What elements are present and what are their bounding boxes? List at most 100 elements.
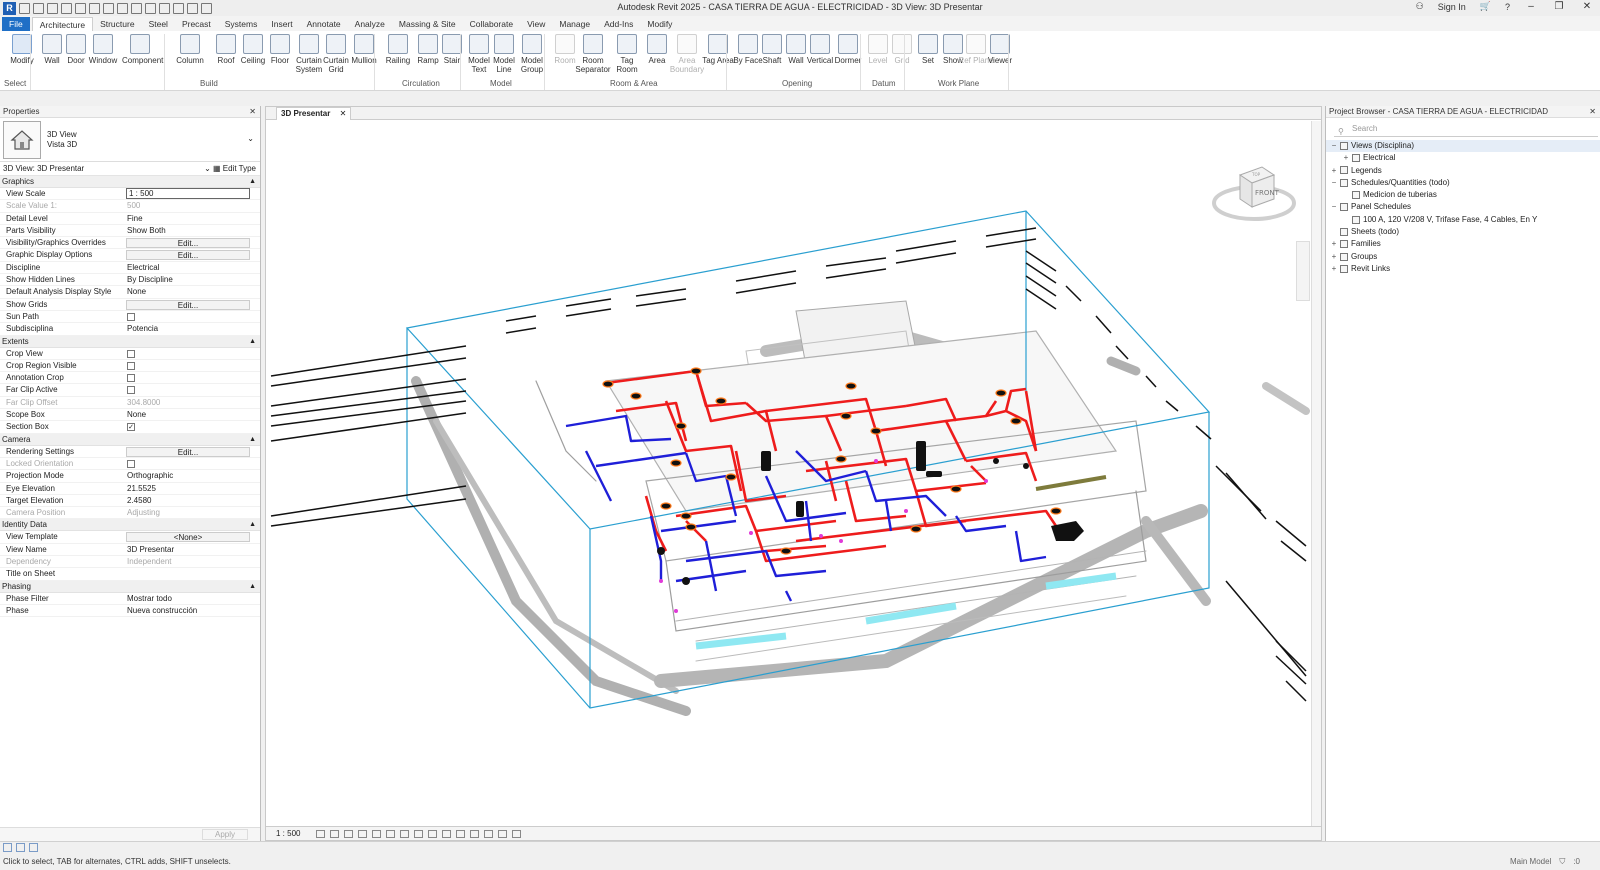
select-links-icon[interactable] <box>3 843 12 852</box>
close-button[interactable]: ✕ <box>1580 1 1594 12</box>
ribbon-mullion-button[interactable]: Mullion <box>346 33 382 65</box>
tab-file[interactable]: File <box>2 17 30 31</box>
property-value[interactable]: 21.5525 <box>124 483 260 494</box>
sync-icon[interactable] <box>47 2 58 14</box>
property-value[interactable]: Mostrar todo <box>124 593 260 604</box>
tab-collaborate[interactable]: Collaborate <box>463 17 520 31</box>
tab-steel[interactable]: Steel <box>142 17 175 31</box>
property-value[interactable]: Electrical <box>124 262 260 273</box>
property-value[interactable]: Edit... <box>124 446 260 457</box>
tab-architecture[interactable]: Architecture <box>31 17 94 31</box>
browser-item[interactable]: Sheets (todo) <box>1326 226 1600 238</box>
ribbon-window-button[interactable]: Window <box>85 33 121 65</box>
property-value[interactable] <box>124 348 260 359</box>
tab-precast[interactable]: Precast <box>175 17 218 31</box>
text-icon[interactable] <box>131 2 142 14</box>
revit-logo-icon[interactable]: R <box>3 1 16 15</box>
restore-button[interactable]: ❐ <box>1552 1 1566 12</box>
property-edit-button[interactable]: Edit... <box>126 446 250 457</box>
expand-toggle-icon[interactable]: + <box>1330 238 1338 250</box>
browser-item[interactable]: + Legends <box>1326 165 1600 177</box>
property-group-header[interactable]: Extents ▲ <box>0 335 260 348</box>
browser-item[interactable]: − Panel Schedules <box>1326 201 1600 213</box>
select-underlay-icon[interactable] <box>16 843 25 852</box>
type-selector[interactable]: 3D View Vista 3D ⌄ <box>0 118 260 162</box>
browser-item[interactable]: + Electrical <box>1326 152 1600 164</box>
tab-annotate[interactable]: Annotate <box>300 17 348 31</box>
tab-manage[interactable]: Manage <box>552 17 597 31</box>
browser-item[interactable]: 100 A, 120 V/208 V, Trifase Fase, 4 Cabl… <box>1326 214 1600 226</box>
expand-toggle-icon[interactable]: + <box>1330 165 1338 177</box>
browser-item[interactable]: + Groups <box>1326 251 1600 263</box>
property-value[interactable]: Fine <box>124 213 260 224</box>
property-edit-button[interactable]: Edit... <box>126 238 250 249</box>
property-value[interactable] <box>124 360 260 371</box>
tab-view[interactable]: View <box>520 17 552 31</box>
select-pinned-icon[interactable] <box>29 843 38 852</box>
crop-view-icon[interactable] <box>386 830 395 838</box>
property-edit-button[interactable]: Edit... <box>126 250 250 261</box>
user-icon[interactable]: ⚇ <box>1416 1 1424 12</box>
property-group-header[interactable]: Phasing ▲ <box>0 580 260 593</box>
reveal-constraints-icon[interactable] <box>512 830 521 838</box>
property-value[interactable]: Edit... <box>124 249 260 261</box>
chevron-down-icon[interactable]: ⌄ <box>247 134 254 143</box>
vertical-scrollbar[interactable] <box>1311 121 1321 827</box>
tab-analyze[interactable]: Analyze <box>348 17 392 31</box>
panel-label-select[interactable]: Select <box>4 79 26 88</box>
ribbon-viewer-button[interactable]: Viewer <box>982 33 1018 65</box>
browser-search-input[interactable]: ⚲ Search <box>1334 121 1598 137</box>
browser-item[interactable]: − Views (Disciplina) <box>1326 140 1600 153</box>
navigation-bar[interactable] <box>1296 241 1310 301</box>
ribbon-room-separator-button[interactable]: Room Separator <box>575 33 611 74</box>
print-icon[interactable] <box>89 2 100 14</box>
section-icon[interactable] <box>159 2 170 14</box>
collapse-icon[interactable]: ▲ <box>249 519 256 531</box>
browser-item[interactable]: + Families <box>1326 238 1600 250</box>
minimize-button[interactable]: – <box>1524 1 1538 12</box>
property-value[interactable]: 1 : 500 <box>124 188 260 199</box>
render-icon[interactable] <box>372 830 381 838</box>
property-group-header[interactable]: Identity Data ▲ <box>0 519 260 532</box>
tab-massing-site[interactable]: Massing & Site <box>392 17 463 31</box>
property-value[interactable]: Potencia <box>124 323 260 334</box>
collapse-icon[interactable]: ▲ <box>249 434 256 446</box>
sun-path-icon[interactable] <box>344 830 353 838</box>
dimension-icon[interactable] <box>117 2 128 14</box>
browser-item[interactable]: − Schedules/Quantities (todo) <box>1326 177 1600 189</box>
switch-windows-icon[interactable] <box>201 2 212 14</box>
expand-toggle-icon[interactable]: − <box>1330 140 1338 152</box>
visual-style-icon[interactable] <box>330 830 339 838</box>
3d-view-icon[interactable] <box>145 2 156 14</box>
highlight-displacement-icon[interactable] <box>498 830 507 838</box>
property-value[interactable]: Edit... <box>124 237 260 249</box>
property-value[interactable]: None <box>124 286 260 297</box>
ribbon-component-button[interactable]: Component <box>122 33 163 65</box>
property-value[interactable]: ✓ <box>124 421 260 432</box>
property-value[interactable] <box>124 311 260 322</box>
property-value[interactable] <box>124 568 260 579</box>
property-checkbox[interactable] <box>127 361 135 370</box>
property-checkbox[interactable] <box>127 386 135 395</box>
temporary-hide-icon[interactable] <box>428 830 437 838</box>
worksharing-icon[interactable] <box>470 830 479 838</box>
analytical-model-icon[interactable] <box>484 830 493 838</box>
show-crop-icon[interactable] <box>400 830 409 838</box>
expand-toggle-icon[interactable]: + <box>1342 152 1350 164</box>
expand-toggle-icon[interactable]: + <box>1330 263 1338 275</box>
redo-icon[interactable] <box>75 2 86 14</box>
close-icon[interactable]: ✕ <box>340 108 347 120</box>
tab-modify[interactable]: Modify <box>640 17 679 31</box>
collapse-icon[interactable]: ▲ <box>249 581 256 593</box>
filter-icon[interactable]: ⛉ <box>1559 857 1565 867</box>
tab-3d-presentar[interactable]: 3D Presentar ✕ <box>276 107 352 120</box>
expand-toggle-icon[interactable]: + <box>1330 251 1338 263</box>
apply-button[interactable]: Apply <box>202 829 248 840</box>
shadows-icon[interactable] <box>358 830 367 838</box>
reveal-hidden-icon[interactable] <box>442 830 451 838</box>
sign-in-link[interactable]: Sign In <box>1438 2 1466 12</box>
main-model-dropdown[interactable]: Main Model <box>1510 857 1551 867</box>
temporary-properties-icon[interactable] <box>456 830 465 838</box>
expand-toggle-icon[interactable]: − <box>1330 201 1338 213</box>
property-value[interactable] <box>124 384 260 395</box>
